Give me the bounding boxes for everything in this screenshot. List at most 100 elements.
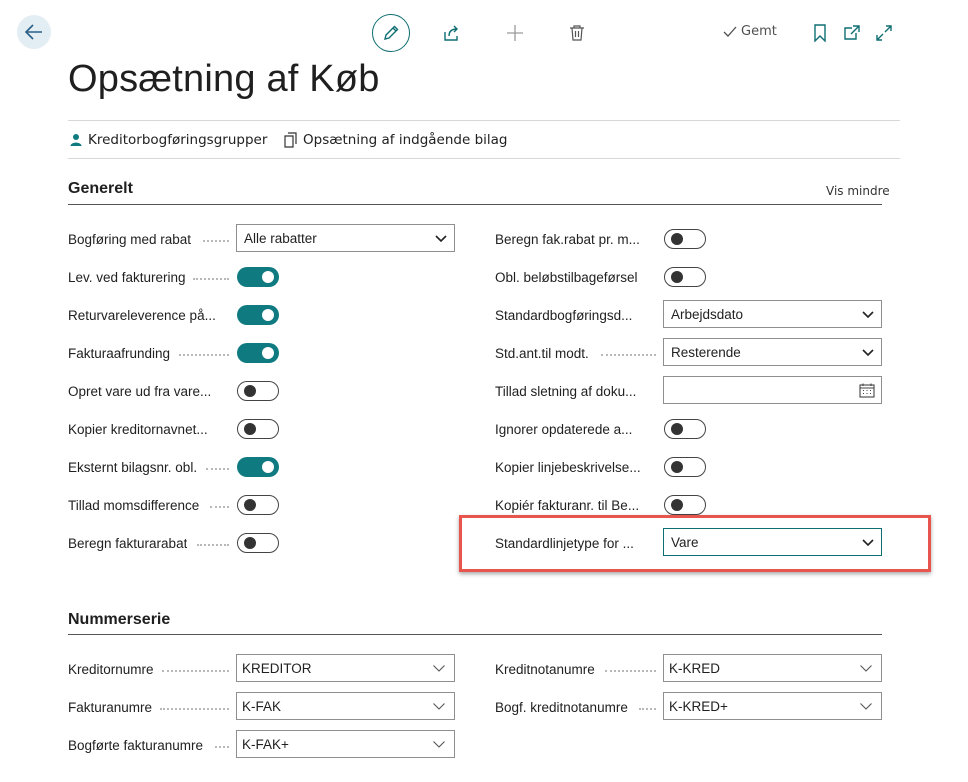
- chevron-down-icon: [433, 703, 445, 710]
- return-shipment-toggle[interactable]: [237, 305, 279, 325]
- field-label: Kreditnotanumre: [495, 661, 595, 677]
- credit-memo-nos-lookup[interactable]: K-KRED: [663, 654, 882, 682]
- field-label: Fakturaafrunding: [68, 345, 171, 361]
- saved-label: Gemt: [741, 24, 777, 39]
- field-label: Bogf. kreditnotanumre: [495, 699, 628, 715]
- posted-credit-memo-nos-lookup[interactable]: K-KRED+: [663, 692, 882, 720]
- field-dots: [601, 354, 656, 356]
- section-title-number-series[interactable]: Nummerserie: [68, 611, 170, 629]
- arrow-left-icon: [25, 24, 42, 40]
- field-dots: [639, 708, 656, 710]
- delete-button[interactable]: [566, 22, 588, 44]
- invoice-nos-lookup[interactable]: K-FAK: [236, 692, 455, 720]
- toggle-knob: [671, 422, 683, 435]
- field-default-qty-to-receive: Std.ant.til modt.: [495, 339, 589, 367]
- field-label: Tillad sletning af doku...: [495, 383, 637, 399]
- ignore-updated-addresses-toggle[interactable]: [664, 419, 706, 439]
- calc-invoice-discount-toggle[interactable]: [237, 533, 279, 553]
- action-incoming-documents-setup[interactable]: Opsætning af indgående bilag: [284, 132, 507, 148]
- calc-inv-disc-per-vat-toggle[interactable]: [664, 229, 706, 249]
- allow-vat-difference-toggle[interactable]: [237, 495, 279, 515]
- calendar-icon[interactable]: [859, 383, 875, 398]
- open-new-window-button[interactable]: [842, 23, 862, 43]
- chevron-down-icon: [433, 741, 445, 748]
- document-icon: [284, 132, 297, 148]
- toggle-knob: [262, 309, 274, 321]
- field-label: Eksternt bilagsnr. obl.: [68, 459, 198, 475]
- field-posting-with-discount: Bogføring med rabat: [68, 225, 191, 253]
- allow-document-deletion-date-input[interactable]: [663, 376, 882, 404]
- action-label: Kreditorbogføringsgrupper: [88, 132, 268, 148]
- field-dots: [215, 746, 229, 748]
- page-title: Opsætning af Køb: [68, 58, 380, 100]
- section-divider: [68, 204, 882, 205]
- field-label: Lev. ved fakturering: [68, 269, 186, 285]
- chevron-down-icon: [862, 311, 874, 319]
- invoice-rounding-toggle[interactable]: [237, 343, 279, 363]
- lookup-value: K-KRED: [669, 660, 721, 676]
- field-copy-vendor-name: Kopier kreditornavnet...: [68, 415, 208, 443]
- trash-icon: [570, 25, 584, 41]
- field-label: Standardbogføringsd...: [495, 307, 633, 323]
- default-posting-date-select[interactable]: Arbejdsdato: [663, 300, 882, 328]
- field-label: Kopier kreditornavnet...: [68, 421, 208, 437]
- field-dots: [210, 506, 229, 508]
- field-create-item-from-item-no: Opret vare ud fra vare...: [68, 377, 211, 405]
- field-allow-document-deletion: Tillad sletning af doku...: [495, 377, 636, 405]
- default-qty-to-receive-select[interactable]: Resterende: [663, 338, 882, 366]
- field-calc-invoice-discount: Beregn fakturarabat: [68, 529, 187, 557]
- field-posted-invoice-nos: Bogførte fakturanumre: [68, 731, 203, 759]
- chevron-down-icon: [862, 349, 874, 357]
- copy-vendor-name-toggle[interactable]: [237, 419, 279, 439]
- expand-button[interactable]: [874, 23, 894, 43]
- toggle-knob: [244, 536, 256, 549]
- edit-button[interactable]: [372, 14, 410, 52]
- field-dots: [605, 670, 656, 672]
- toggle-knob: [262, 347, 274, 359]
- toggle-knob: [244, 384, 256, 397]
- field-label: Bogføring med rabat: [68, 231, 192, 247]
- toggle-knob: [244, 498, 256, 511]
- copy-inv-no-toggle[interactable]: [664, 495, 706, 515]
- toggle-knob: [262, 271, 274, 283]
- posting-with-discount-select[interactable]: Alle rabatter: [236, 224, 455, 252]
- select-value: Resterende: [671, 344, 741, 360]
- toggle-knob: [262, 461, 274, 473]
- field-return-shipment: Returvareleverence på...: [68, 301, 216, 329]
- chevron-down-icon: [433, 665, 445, 672]
- checkmark-icon: [723, 26, 737, 37]
- field-dots: [206, 468, 229, 470]
- toggle-knob: [671, 498, 683, 511]
- open-new-window-icon: [844, 25, 860, 40]
- vendor-nos-lookup[interactable]: KREDITOR: [236, 654, 455, 682]
- field-dots: [203, 240, 229, 242]
- lookup-value: K-FAK: [242, 698, 282, 714]
- chevron-down-icon: [860, 703, 872, 710]
- share-button[interactable]: [441, 22, 463, 44]
- show-less-link[interactable]: Vis mindre: [826, 184, 890, 198]
- create-item-toggle[interactable]: [237, 381, 279, 401]
- exact-cost-reversing-toggle[interactable]: [664, 267, 706, 287]
- posted-invoice-nos-lookup[interactable]: K-FAK+: [236, 730, 455, 758]
- action-vendor-posting-groups[interactable]: Kreditorbogføringsgrupper: [70, 132, 267, 148]
- toggle-knob: [244, 422, 256, 435]
- plus-icon: [507, 25, 523, 41]
- field-posted-credit-memo-nos: Bogf. kreditnotanumre: [495, 693, 628, 721]
- copy-line-descr-toggle[interactable]: [664, 457, 706, 477]
- receipt-on-invoice-toggle[interactable]: [237, 267, 279, 287]
- field-default-posting-date: Standardbogføringsd...: [495, 301, 632, 329]
- expand-icon: [876, 25, 892, 41]
- bookmark-button[interactable]: [811, 23, 829, 43]
- ext-doc-no-toggle[interactable]: [237, 457, 279, 477]
- toggle-knob: [671, 460, 683, 473]
- field-vendor-nos: Kreditornumre: [68, 655, 154, 683]
- bookmark-icon: [814, 24, 826, 42]
- field-calc-inv-disc-per-vat: Beregn fak.rabat pr. m...: [495, 225, 640, 253]
- field-label: Obl. beløbstilbageførsel: [495, 269, 638, 285]
- new-button[interactable]: [504, 22, 526, 44]
- pencil-icon: [384, 25, 399, 40]
- field-credit-memo-nos: Kreditnotanumre: [495, 655, 595, 683]
- section-title-general[interactable]: Generelt: [68, 180, 133, 198]
- back-button[interactable]: [17, 15, 51, 49]
- chevron-down-icon: [860, 665, 872, 672]
